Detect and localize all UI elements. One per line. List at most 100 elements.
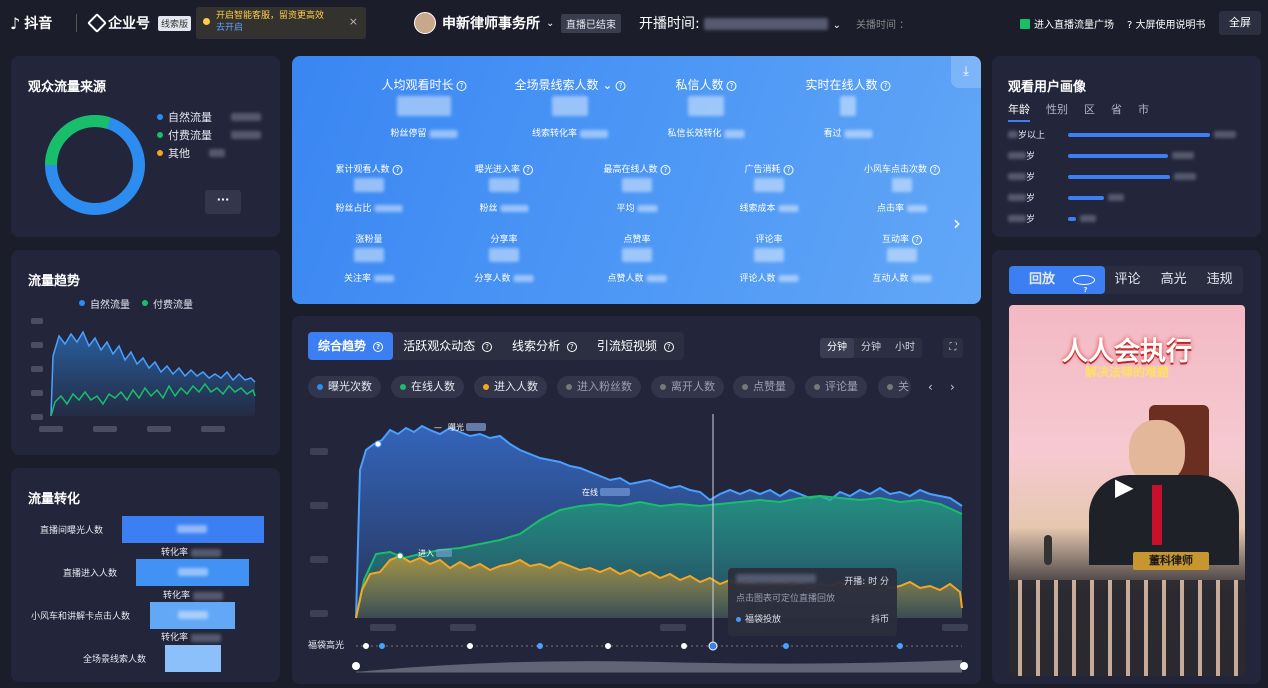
download-icon[interactable]: ⤓ — [951, 56, 981, 88]
metric-comments[interactable]: 评论量 — [805, 376, 867, 398]
tab-violation[interactable]: 违规 — [1197, 266, 1243, 294]
stat-value — [622, 248, 652, 262]
big-screen-guide-link[interactable]: ? 大屏使用说明书 — [1127, 16, 1206, 31]
card-title: 观看用户画像 — [1008, 80, 1087, 95]
exposure-point — [374, 440, 382, 448]
video-subtitle: 解决法律的难题 — [1084, 365, 1169, 379]
stat-label: 累计观看人数? — [335, 162, 403, 175]
legend-natural: 自然流量 — [79, 294, 130, 312]
host-name: 申新律师事务所 — [442, 16, 540, 32]
start-time-value — [704, 18, 829, 30]
funnel-step-label: 直播间曝光人数 — [40, 526, 104, 536]
bar-chart-icon — [1020, 18, 1030, 29]
notice-icon — [203, 18, 210, 25]
enter-label-text: 进入 — [418, 549, 434, 558]
age-row: 岁以上 — [1008, 124, 1248, 145]
stat-value — [397, 96, 451, 116]
fullscreen-button[interactable]: 全屏 — [1219, 11, 1261, 35]
close-icon[interactable]: × — [349, 16, 358, 28]
tab-replay[interactable]: 回放 ? — [1009, 266, 1105, 294]
more-button[interactable]: ··· — [205, 190, 241, 214]
source-legend: 自然流量 付费流量 其他 — [157, 108, 261, 162]
stat-value — [754, 178, 784, 192]
stat-sub: 线索成本 — [740, 201, 799, 214]
online-label-text: 在线 — [582, 487, 598, 497]
age-row: 岁 — [1008, 145, 1248, 166]
granularity-option[interactable]: 小时 — [888, 338, 922, 358]
granularity-option[interactable]: 分钟 — [854, 338, 888, 358]
help-icon: ? — [1127, 20, 1133, 31]
metric-enter[interactable]: 进入人数 — [474, 376, 547, 398]
tab-comments[interactable]: 评论 — [1105, 266, 1151, 294]
stat-label: 私信人数? — [675, 76, 737, 93]
enterprise-logo[interactable]: 企业号 线索版 — [87, 13, 192, 33]
exposure-series-label: — 曝光 — [434, 422, 464, 432]
user-portrait-card: 观看用户画像 年龄 性别 区 省 市 岁以上 岁 岁 岁 岁 — [992, 56, 1261, 237]
stat-value — [840, 96, 856, 116]
tab-lead-analysis[interactable]: 线索分析 ? — [502, 332, 587, 360]
enable-link[interactable]: 去开启 — [216, 22, 360, 34]
audience-source-card: 观众流量来源 自然流量 付费流量 其他 ··· — [11, 56, 280, 237]
svg-text:—: — — [434, 423, 442, 432]
conversion-rate: 转化率 — [163, 588, 223, 601]
source-donut — [45, 115, 145, 215]
tab-active-audience[interactable]: 活跃观众动态 ? — [393, 332, 502, 360]
metric-exposure[interactable]: 曝光次数 — [308, 376, 381, 398]
expand-icon[interactable]: ⛶ — [943, 338, 963, 358]
tab-highlight[interactable]: 高光 — [1151, 266, 1197, 294]
stat-label: 人均观看时长? — [381, 76, 467, 93]
chevron-down-icon: ⌄ — [546, 17, 555, 29]
stat-value — [552, 96, 588, 116]
person-tie — [1152, 485, 1162, 545]
next-arrow-icon[interactable]: › — [950, 380, 955, 394]
tab-age[interactable]: 年龄 — [1008, 101, 1030, 122]
next-arrow-icon[interactable]: › — [953, 211, 961, 235]
tab-overall-trend[interactable]: 综合趋势 ? — [308, 332, 394, 360]
tab-city[interactable]: 市 — [1138, 101, 1149, 122]
stat-value — [754, 248, 784, 262]
metric-follow[interactable]: 关 — [878, 376, 911, 398]
metric-likes[interactable]: 点赞量 — [733, 376, 795, 398]
granularity-option[interactable]: 分钟 — [820, 338, 854, 358]
douyin-logo[interactable]: ♪ 抖音 — [10, 13, 52, 33]
prev-arrow-icon[interactable]: ‹ — [928, 380, 933, 394]
enter-point — [396, 552, 404, 560]
main-trend-chart[interactable]: — 曝光 在线 进入 福袋高光 — [300, 410, 972, 680]
stat-label: 分享率 — [490, 235, 518, 245]
play-icon[interactable]: ▶ — [1115, 473, 1133, 501]
tab-province[interactable]: 省 — [1111, 101, 1122, 122]
stat-sub: 互动人数 — [873, 271, 932, 284]
douyin-icon: ♪ — [10, 13, 21, 33]
edition-badge: 线索版 — [158, 15, 192, 31]
stat-sub: 分享人数 — [475, 271, 534, 284]
stat-label: 实时在线人数? — [805, 76, 891, 93]
help-icon: ? — [456, 80, 467, 91]
stat-value — [489, 248, 519, 262]
start-time-selector[interactable]: 开播时间: ⌄ — [639, 13, 841, 33]
tab-short-video[interactable]: 引流短视频 ? — [587, 332, 684, 360]
stat-sub: 关注率 — [344, 271, 394, 284]
replay-video[interactable]: 人人会执行 解决法律的难题 ▶ 董科律师 — [1009, 305, 1245, 676]
chart-tooltip: 开播: 时 分 点击图表可定位直播回放 福袋投放 抖币 — [728, 568, 897, 636]
replay-tabs: 回放 ? 评论 高光 违规 — [1009, 266, 1243, 294]
traffic-plaza-link[interactable]: 进入直播流量广场 — [1020, 16, 1114, 31]
tab-district[interactable]: 区 — [1084, 101, 1095, 122]
stat-value — [489, 178, 519, 192]
stat-label: 评论率 — [755, 235, 783, 245]
tab-gender[interactable]: 性别 — [1046, 101, 1068, 122]
stat-sub: 粉丝占比 — [336, 201, 403, 214]
stat-label: 广告消耗? — [744, 162, 794, 175]
stats-panel: ⤓ › 人均观看时长? 粉丝停留 全场景线索人数 ⌄? 线索转化率 私信人数? … — [292, 56, 981, 304]
stat-label[interactable]: 全场景线索人数 ⌄? — [515, 76, 626, 93]
stat-value — [354, 248, 384, 262]
metric-online[interactable]: 在线人数 — [391, 376, 464, 398]
conversion-rate: 转化率 — [161, 545, 221, 558]
legend-natural: 自然流量 — [157, 108, 261, 126]
funnel-bar — [150, 602, 235, 629]
metric-leave[interactable]: 离开人数 — [651, 376, 724, 398]
highlight-label: 福袋高光 — [308, 639, 344, 651]
funnel-step-label: 全场景线索人数 — [83, 655, 147, 665]
funnel-bar — [136, 559, 249, 586]
metric-fan-enter[interactable]: 进入粉丝数 — [557, 376, 641, 398]
host-selector[interactable]: 申新律师事务所 ⌄ — [414, 12, 554, 34]
